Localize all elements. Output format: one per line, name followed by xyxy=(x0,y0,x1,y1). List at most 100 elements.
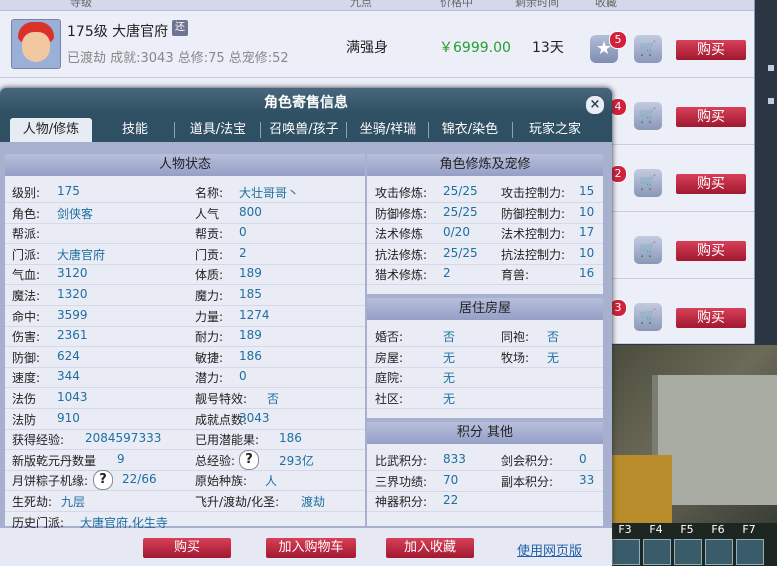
status-label: 速度: xyxy=(12,371,41,386)
house-panel: 居住房屋 婚否: 否同袍: 否房屋: 无牧场: 无庭院: 无社区: 无 xyxy=(367,298,603,418)
hotkey-f5[interactable]: F5 xyxy=(674,523,700,536)
tab-outfits[interactable]: 锦衣/染色 xyxy=(430,118,510,142)
help-icon[interactable]: ? xyxy=(239,449,259,470)
row-divider xyxy=(5,449,365,451)
cart-button[interactable]: 🛒 xyxy=(634,35,662,63)
buy-button[interactable]: 购买 xyxy=(676,241,746,261)
tab-character[interactable]: 人物/修炼 xyxy=(10,118,92,142)
tab-pets[interactable]: 召唤兽/孩子 xyxy=(262,118,346,142)
field-label: 同袍: xyxy=(501,330,530,344)
status-value: 910 xyxy=(57,410,80,425)
hotkey-slot-icon[interactable] xyxy=(705,539,733,565)
avatar[interactable] xyxy=(11,19,61,69)
status-value: 九层 xyxy=(61,495,86,509)
web-version-link[interactable]: 使用网页版 xyxy=(517,540,582,559)
cart-button[interactable]: 🛒 xyxy=(634,303,662,331)
cart-button[interactable]: 🛒 xyxy=(634,236,662,264)
status-value: 2 xyxy=(239,245,247,260)
row-time: 13天 xyxy=(532,40,564,56)
row-divider xyxy=(367,387,603,389)
status-value: 0 xyxy=(239,225,247,240)
field-value: 25/25 xyxy=(443,184,478,198)
tab-home[interactable]: 玩家之家 xyxy=(514,118,596,142)
field-value: 10 xyxy=(579,204,595,219)
tab-mounts[interactable]: 坐骑/祥瑞 xyxy=(348,118,428,142)
add-to-favorites-button[interactable]: 加入收藏 xyxy=(386,538,474,558)
status-value: 0 xyxy=(239,369,247,384)
row-divider xyxy=(5,243,365,245)
cart-button[interactable]: 🛒 xyxy=(634,102,662,130)
field-label: 神器积分: xyxy=(375,495,428,510)
hotkey-f6[interactable]: F6 xyxy=(705,523,731,536)
status-label: 月饼粽子机缘: xyxy=(12,474,89,489)
status-label: 帮贡: xyxy=(195,227,224,242)
hotkey-f4[interactable]: F4 xyxy=(643,523,669,536)
header-col-level: 寺级 xyxy=(70,0,92,9)
listing-row[interactable]: 175级 大唐官府 还 已渡劫 成就:3043 总修:75 总宠修:52 满强身… xyxy=(0,11,754,78)
status-label: 获得经验: xyxy=(12,433,65,448)
status-value: 344 xyxy=(57,369,80,384)
cart-button[interactable]: 🛒 xyxy=(634,169,662,197)
buy-button[interactable]: 购买 xyxy=(676,174,746,194)
field-value: 16 xyxy=(579,266,595,281)
field-value: 70 xyxy=(443,472,459,487)
status-label: 帮派: xyxy=(12,227,41,242)
field-label: 剑会积分: xyxy=(501,454,554,468)
row-divider xyxy=(367,490,603,492)
row-divider xyxy=(5,263,365,265)
hotkey-slot-icon[interactable] xyxy=(643,539,671,565)
cart-icon: 🛒 xyxy=(639,309,657,325)
row-divider xyxy=(5,222,365,224)
buy-button[interactable]: 购买 xyxy=(676,40,746,60)
buy-button[interactable]: 购买 xyxy=(676,107,746,127)
status-value: 189 xyxy=(239,328,262,343)
close-icon[interactable]: × xyxy=(585,95,605,115)
header-col-price: 价格中 xyxy=(440,0,473,9)
hotkey-slot-icon[interactable] xyxy=(612,539,640,565)
row-divider xyxy=(367,243,603,245)
row-divider xyxy=(5,469,365,471)
scroll-mark xyxy=(768,65,774,71)
row-price: ￥6999.00 xyxy=(439,40,511,56)
status-label: 潜力: xyxy=(195,371,224,386)
field-value: 无 xyxy=(443,350,456,365)
field-value: 833 xyxy=(443,452,466,466)
field-label: 比武积分: xyxy=(375,454,428,468)
hotkey-slot-icon[interactable] xyxy=(736,539,764,565)
row-divider xyxy=(367,263,603,265)
status-value: 189 xyxy=(239,266,262,281)
field-value: 25/25 xyxy=(443,245,478,260)
field-value: 17 xyxy=(579,225,595,240)
status-value: 人 xyxy=(265,474,278,489)
status-value: 186 xyxy=(279,431,302,446)
field-label: 房屋: xyxy=(375,350,404,365)
row-divider xyxy=(5,408,365,409)
status-panel: 人物状态 级别: 175 角色: 剑侠客 帮派: 门派: 大唐官府 气血: 3120 魔法: 132… xyxy=(5,154,365,530)
tab-skills[interactable]: 技能 xyxy=(96,118,174,142)
add-to-cart-button[interactable]: 加入购物车 xyxy=(266,538,356,558)
row-divider xyxy=(367,346,603,347)
buy-button[interactable]: 购买 xyxy=(676,308,746,328)
header-col-fav: 收藏 xyxy=(595,0,617,9)
row-divider xyxy=(5,428,365,430)
help-icon[interactable]: ? xyxy=(93,470,113,491)
status-value: 2084597333 xyxy=(85,431,162,446)
status-label: 魔法: xyxy=(12,289,41,303)
field-label: 攻击修炼: xyxy=(375,186,428,200)
cultivation-panel: 角色修炼及宠修 攻击修炼: 25/25 攻击控制力: 15 防御修炼: 25/25 防御控制… xyxy=(367,154,603,294)
field-value: 无 xyxy=(443,371,456,386)
status-value: 624 xyxy=(57,348,80,363)
scene-crate xyxy=(612,455,672,525)
field-label: 社区: xyxy=(375,391,404,406)
buy-button[interactable]: 购买 xyxy=(143,538,231,558)
hotkey-f7[interactable]: F7 xyxy=(736,523,762,536)
status-label: 门贡: xyxy=(195,247,224,262)
status-label: 角色: xyxy=(12,206,41,221)
hotkey-slot-icon[interactable] xyxy=(674,539,702,565)
hotkey-f3[interactable]: F3 xyxy=(612,523,638,536)
tab-items[interactable]: 道具/法宝 xyxy=(176,118,260,142)
status-value: 1274 xyxy=(239,307,270,322)
house-panel-title: 居住房屋 xyxy=(367,298,603,320)
status-value: 22/66 xyxy=(122,472,157,487)
status-label: 新版乾元丹数量 xyxy=(12,453,97,468)
